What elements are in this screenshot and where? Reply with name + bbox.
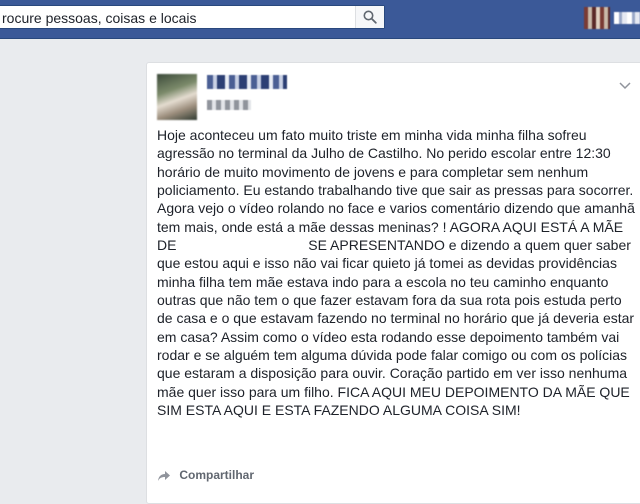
post-text-part-1: Hoje aconteceu um fato muito triste em m…	[157, 127, 635, 254]
post-text-part-2: SE APRESENTANDO e dizendo a quem quer sa…	[157, 237, 635, 419]
post-card: Hoje aconteceu um fato muito triste em m…	[146, 62, 640, 504]
chevron-down-icon[interactable]	[619, 77, 631, 95]
post-text: Hoje aconteceu um fato muito triste em m…	[157, 126, 635, 420]
search-button[interactable]	[355, 6, 384, 28]
search-input[interactable]: rocure pessoas, coisas e locais	[2, 10, 197, 26]
share-button[interactable]: Compartilhar	[157, 468, 254, 488]
author-name[interactable]	[207, 75, 287, 89]
post-timestamp[interactable]	[207, 100, 251, 110]
author-avatar[interactable]	[157, 74, 197, 120]
top-navigation-bar: rocure pessoas, coisas e locais	[0, 0, 640, 39]
redacted-name	[180, 239, 305, 252]
profile-name-link[interactable]	[614, 12, 640, 24]
profile-avatar[interactable]	[584, 7, 610, 29]
search-box[interactable]: rocure pessoas, coisas e locais	[0, 5, 385, 29]
